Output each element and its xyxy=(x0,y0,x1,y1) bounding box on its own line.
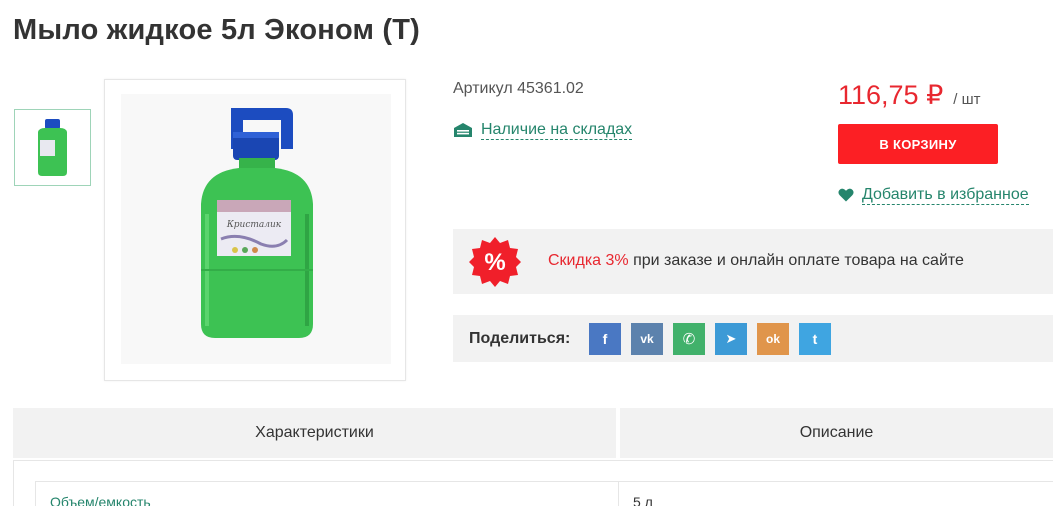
warehouse-icon xyxy=(454,123,472,137)
share-bar: Поделиться: f vk ✆ ➤ ok t xyxy=(453,315,1053,362)
favorites-link[interactable]: Добавить в избранное xyxy=(862,185,1029,205)
price-value: 116,75 ₽ xyxy=(838,80,944,110)
twitter-icon: t xyxy=(812,331,818,347)
sku-text: Артикул 45361.02 xyxy=(453,80,584,97)
table-row: Объем/емкость 5 л xyxy=(35,481,1053,506)
twitter-share-button[interactable]: t xyxy=(799,323,831,355)
telegram-icon: ➤ xyxy=(725,331,737,346)
discount-banner: % Скидка 3% при заказе и онлайн оплате т… xyxy=(453,229,1053,294)
add-to-cart-button[interactable]: В КОРЗИНУ xyxy=(838,124,998,164)
characteristics-panel: Объем/емкость 5 л xyxy=(13,460,1053,506)
vk-share-button[interactable]: vk xyxy=(631,323,663,355)
tab-description[interactable]: Описание xyxy=(620,408,1053,458)
odnoklassniki-share-button[interactable]: ok xyxy=(757,323,789,355)
discount-badge-text: % xyxy=(484,249,505,276)
stock-link[interactable]: Наличие на складах xyxy=(481,120,633,140)
price-unit: / шт xyxy=(953,91,981,108)
bottle-image: Кристалик xyxy=(201,108,313,338)
facebook-icon: f xyxy=(602,331,608,347)
whatsapp-icon: ✆ xyxy=(682,331,696,348)
discount-description: при заказе и онлайн оплате товара на сай… xyxy=(628,252,964,269)
discount-highlight: Скидка 3% xyxy=(548,252,629,269)
vk-icon: vk xyxy=(640,332,654,346)
whatsapp-share-button[interactable]: ✆ xyxy=(673,323,705,355)
discount-badge-icon: % xyxy=(469,237,521,287)
bottle-label-text: Кристалик xyxy=(226,220,282,230)
spec-key: Объем/емкость xyxy=(50,494,151,506)
telegram-share-button[interactable]: ➤ xyxy=(715,323,747,355)
tab-characteristics[interactable]: Характеристики xyxy=(13,408,616,458)
discount-text: Скидка 3% при заказе и онлайн оплате тов… xyxy=(548,252,964,270)
odnoklassniki-icon: ok xyxy=(765,332,780,346)
product-tabs: Характеристики Описание xyxy=(13,408,1053,458)
add-to-favorites[interactable]: Добавить в избранное xyxy=(838,185,1029,205)
row-divider xyxy=(618,482,619,506)
spec-value: 5 л xyxy=(633,494,653,506)
bottle-thumbnail-image xyxy=(38,119,67,176)
heart-icon xyxy=(838,188,854,202)
price-block: 116,75 ₽ / шт xyxy=(838,80,981,111)
facebook-share-button[interactable]: f xyxy=(589,323,621,355)
product-main-image[interactable]: Кристалик xyxy=(104,79,406,381)
product-thumbnail[interactable] xyxy=(14,109,91,186)
share-label: Поделиться: xyxy=(469,330,571,347)
page-title: Мыло жидкое 5л Эконом (Т) xyxy=(13,14,421,46)
stock-availability[interactable]: Наличие на складах xyxy=(453,120,633,140)
